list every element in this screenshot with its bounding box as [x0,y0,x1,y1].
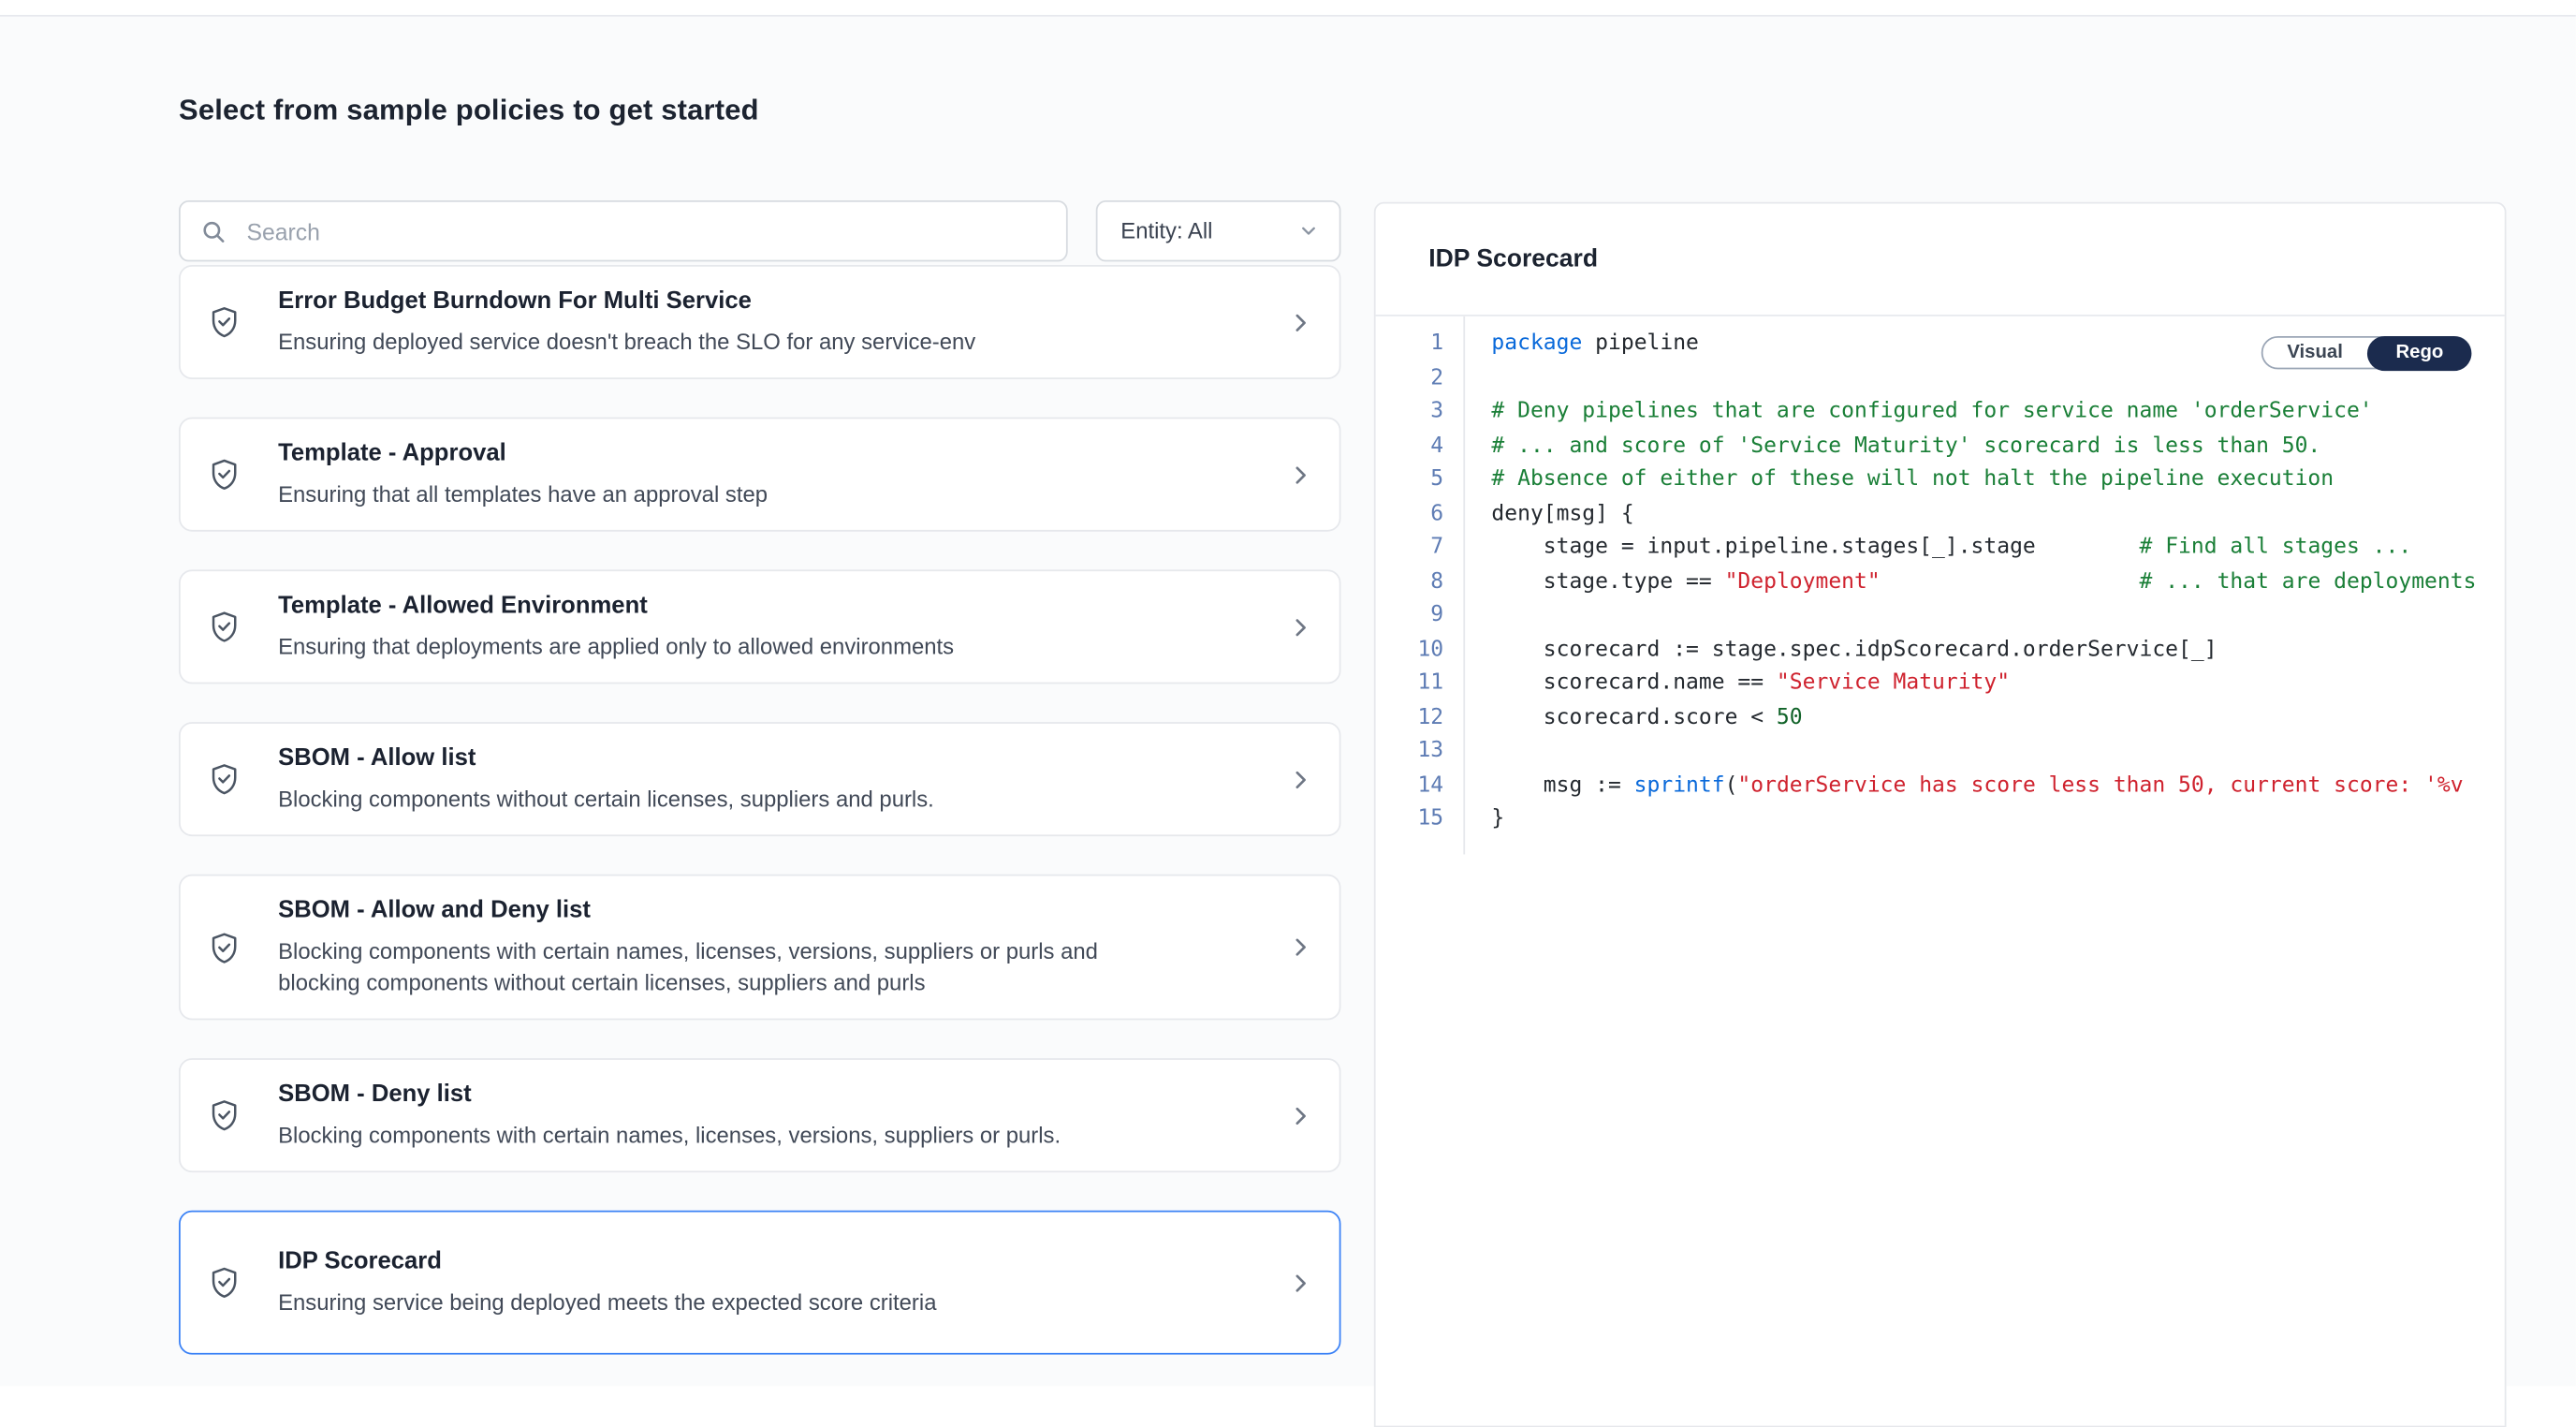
chevron-right-icon [1288,1270,1313,1295]
chevron-right-icon [1288,1103,1313,1128]
code-line: # Deny pipelines that are configured for… [1491,396,2504,430]
policy-text: Error Budget Burndown For Multi Service … [278,287,1260,358]
visual-toggle-button[interactable]: Visual [2262,336,2368,369]
chevron-right-icon [1288,767,1313,792]
chevron-right-icon [1288,310,1313,335]
policy-card[interactable]: Error Budget Burndown For Multi Service … [179,265,1340,379]
app-viewport: Select from sample policies to get start… [0,0,2576,1386]
policy-card[interactable]: IDP Scorecard Ensuring service being dep… [179,1211,1340,1355]
policy-title: Template - Approval [278,439,1260,471]
entity-filter-label: Entity: All [1120,218,1212,243]
code-editor-wrap: Visual Rego 123456789101112131415 packag… [1376,316,2505,854]
line-number: 6 [1376,497,1444,531]
policy-description: Blocking components with certain names, … [278,1120,1114,1152]
code-panel: IDP Scorecard Visual Rego 12345678910111… [1374,202,2507,1427]
policy-title: Error Budget Burndown For Multi Service [278,287,1260,318]
top-bar [0,0,2576,17]
policy-text: Template - Approval Ensuring that all te… [278,439,1260,510]
code-line: stage = input.pipeline.stages[_].stage #… [1491,532,2504,566]
policy-card[interactable]: SBOM - Allow list Blocking components wi… [179,722,1340,836]
policy-description: Ensuring service being deployed meets th… [278,1287,1114,1318]
policy-card[interactable]: Template - Allowed Environment Ensuring … [179,569,1340,684]
line-number: 1 [1376,328,1444,361]
policy-title: SBOM - Allow and Deny list [278,896,1260,928]
code-line: msg := sprintf("orderService has score l… [1491,769,2504,802]
policy-description: Blocking components with certain names, … [278,935,1114,998]
page-title: Select from sample policies to get start… [179,93,759,127]
shield-check-icon [207,1265,242,1300]
line-number: 14 [1376,769,1444,802]
code-line: scorecard := stage.spec.idpScorecard.ord… [1491,633,2504,667]
shield-check-icon [207,457,242,492]
policy-text: SBOM - Allow and Deny list Blocking comp… [278,896,1260,999]
search-box [179,200,1068,261]
policy-card[interactable]: SBOM - Deny list Blocking components wit… [179,1058,1340,1172]
shield-check-icon [207,930,242,964]
policy-text: SBOM - Deny list Blocking components wit… [278,1080,1260,1151]
rego-toggle-button[interactable]: Rego [2367,335,2471,370]
code-line [1491,735,2504,769]
line-number: 4 [1376,430,1444,463]
shield-check-icon [207,1098,242,1133]
code-line: } [1491,803,2504,837]
view-toggle: Visual Rego [2261,336,2471,369]
policy-text: SBOM - Allow list Blocking components wi… [278,743,1260,815]
code-line: scorecard.score < 50 [1491,701,2504,735]
code-line: # Absence of either of these will not ha… [1491,463,2504,497]
policy-description: Ensuring that deployments are applied on… [278,631,1114,663]
line-number: 13 [1376,735,1444,769]
code-editor[interactable]: package pipeline # Deny pipelines that a… [1465,316,2505,854]
line-number: 12 [1376,701,1444,735]
policy-title: SBOM - Allow list [278,743,1260,775]
chevron-right-icon [1288,614,1313,640]
policy-text: Template - Allowed Environment Ensuring … [278,591,1260,662]
shield-check-icon [207,304,242,339]
policy-card[interactable]: Template - Approval Ensuring that all te… [179,418,1340,532]
line-number: 3 [1376,396,1444,430]
chevron-right-icon [1288,934,1313,960]
line-number-gutter: 123456789101112131415 [1376,316,1465,854]
line-number: 11 [1376,668,1444,701]
policy-description: Blocking components without certain lice… [278,784,1114,816]
policy-text: IDP Scorecard Ensuring service being dep… [278,1247,1260,1318]
code-line: stage.type == "Deployment" # ... that ar… [1491,566,2504,599]
line-number: 7 [1376,532,1444,566]
code-line: scorecard.name == "Service Maturity" [1491,668,2504,701]
policy-title: Template - Allowed Environment [278,591,1260,623]
shield-check-icon [207,610,242,644]
line-number: 15 [1376,803,1444,837]
shield-check-icon [207,762,242,797]
chevron-down-icon [1298,220,1320,242]
search-input[interactable] [243,216,1046,246]
entity-filter-dropdown[interactable]: Entity: All [1096,200,1341,261]
code-line [1491,599,2504,633]
line-number: 10 [1376,633,1444,667]
search-icon [200,218,227,244]
policy-description: Ensuring that all templates have an appr… [278,478,1114,510]
line-number: 5 [1376,463,1444,497]
code-line: # ... and score of 'Service Maturity' sc… [1491,430,2504,463]
line-number: 9 [1376,599,1444,633]
policy-title: SBOM - Deny list [278,1080,1260,1111]
line-number: 2 [1376,361,1444,395]
chevron-right-icon [1288,462,1313,487]
policy-list: Error Budget Burndown For Multi Service … [179,265,1340,1392]
panel-title: IDP Scorecard [1428,245,1598,273]
policy-description: Ensuring deployed service doesn't breach… [278,326,1114,358]
line-number: 8 [1376,566,1444,599]
code-panel-header: IDP Scorecard [1376,204,2505,316]
policy-card[interactable]: SBOM - Allow and Deny list Blocking comp… [179,875,1340,1021]
code-line: deny[msg] { [1491,497,2504,531]
policy-title: IDP Scorecard [278,1247,1260,1279]
